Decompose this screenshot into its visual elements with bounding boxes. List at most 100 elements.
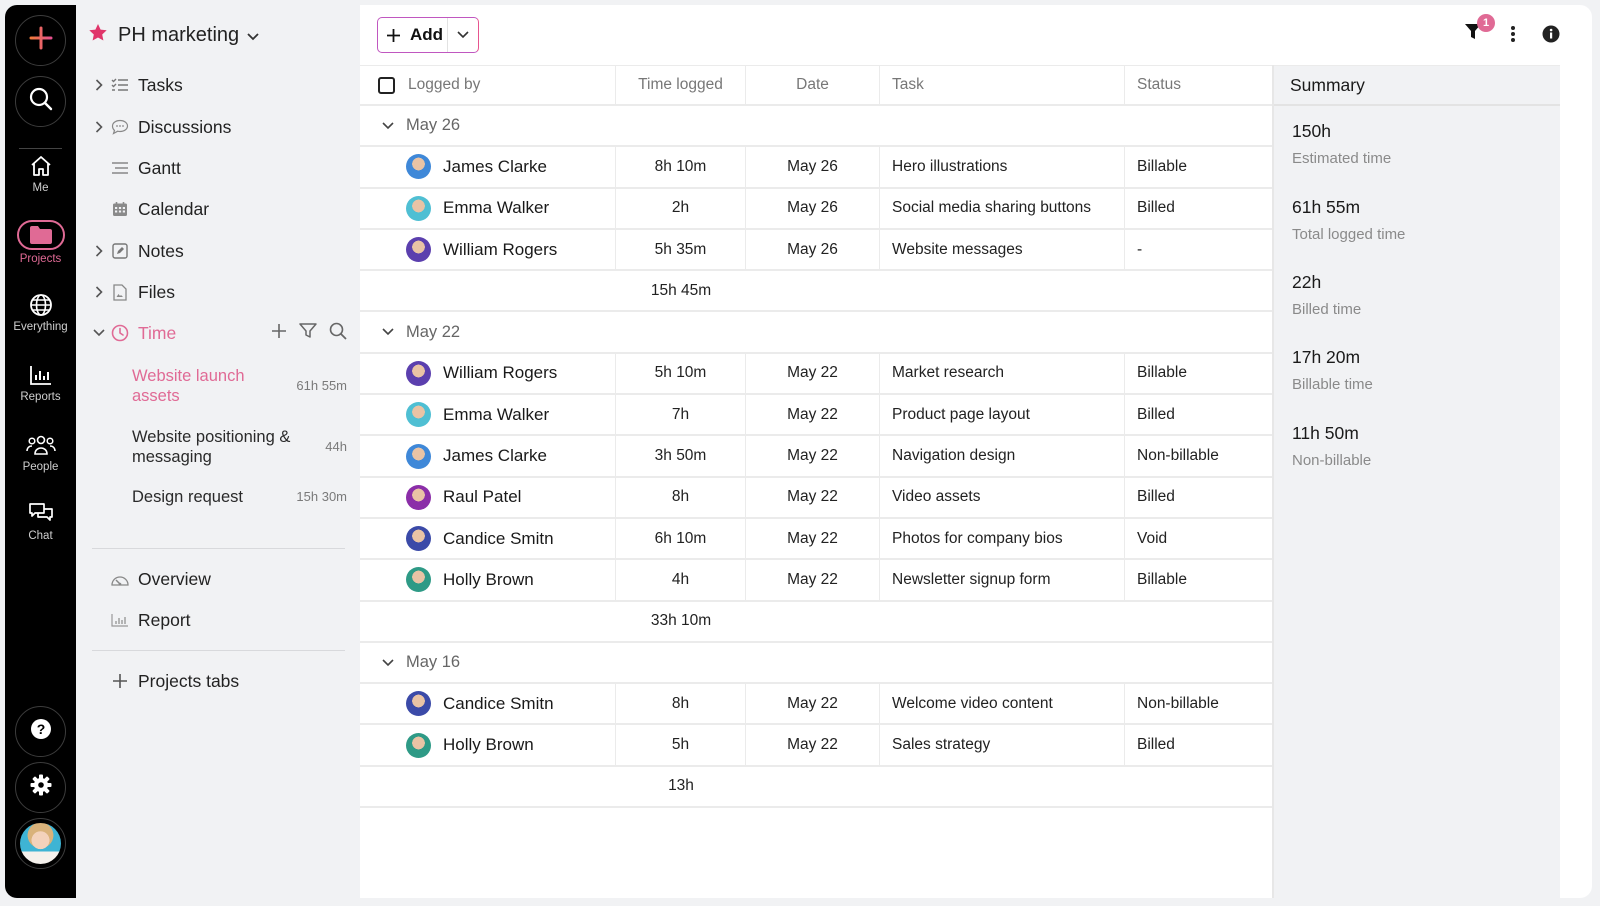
- chevron-down-icon: [457, 26, 469, 44]
- logged-by-name: Candice Smitn: [443, 528, 554, 548]
- project-switcher[interactable]: PH marketing: [88, 23, 259, 48]
- help-button[interactable]: ?: [15, 706, 66, 757]
- select-all-checkbox[interactable]: [378, 76, 395, 94]
- timesheet-item[interactable]: Website launch assets 61h 55m: [132, 366, 347, 406]
- status-value[interactable]: Billed: [1137, 199, 1175, 217]
- status-value[interactable]: -: [1137, 241, 1142, 259]
- table-row[interactable]: Holly Brown 4h May 22 Newsletter signup for…: [360, 560, 1272, 602]
- file-icon: [110, 283, 130, 301]
- timesheet-total: 61h 55m: [296, 378, 347, 393]
- add-button[interactable]: Add: [378, 18, 448, 52]
- status-value[interactable]: Non-billable: [1137, 695, 1219, 713]
- nav-label: Time: [138, 322, 177, 343]
- nav-item-overview[interactable]: Overview: [76, 563, 359, 595]
- project-sidebar: PH marketing Tasks Discussions Gantt Cal…: [76, 5, 359, 898]
- chevron-right-icon[interactable]: [92, 121, 106, 133]
- task-name[interactable]: Navigation design: [892, 447, 1015, 465]
- status-value[interactable]: Billed: [1137, 736, 1175, 754]
- column-header-status[interactable]: Status: [1137, 76, 1181, 94]
- table-row[interactable]: William Rogers 5h 35m May 26 Website messag…: [360, 229, 1272, 272]
- status-value[interactable]: Void: [1137, 530, 1167, 548]
- task-name[interactable]: Welcome video content: [892, 695, 1053, 713]
- table-row[interactable]: William Rogers 5h 10m May 22 Market researc…: [360, 353, 1272, 396]
- task-name[interactable]: Sales strategy: [892, 736, 990, 754]
- chevron-right-icon[interactable]: [92, 245, 106, 257]
- projects-tabs-button[interactable]: Projects tabs: [76, 665, 359, 697]
- status-value[interactable]: Billable: [1137, 158, 1187, 176]
- group-date-label: May 26: [406, 116, 461, 135]
- info-icon[interactable]: [1542, 25, 1560, 43]
- logged-by-name: William Rogers: [443, 239, 558, 259]
- logged-by-name: William Rogers: [443, 363, 558, 383]
- chevron-down-icon: [382, 122, 394, 130]
- table-row[interactable]: Candice Smitn 8h May 22 Welcome video conte…: [360, 684, 1272, 726]
- task-name[interactable]: Website messages: [892, 241, 1023, 259]
- table-row[interactable]: Holly Brown 5h May 22 Sales strategy Billed: [360, 725, 1272, 767]
- filter-button[interactable]: 1: [1462, 14, 1495, 45]
- status-value[interactable]: Non-billable: [1137, 447, 1219, 465]
- avatar: [406, 154, 431, 180]
- user-avatar-button[interactable]: [15, 818, 66, 869]
- timesheet-label: Website positioning & messaging: [132, 428, 291, 466]
- task-name[interactable]: Market research: [892, 364, 1004, 382]
- group-date-label: May 22: [406, 322, 461, 341]
- settings-button[interactable]: [15, 762, 66, 813]
- add-timesheet-icon[interactable]: [271, 323, 287, 344]
- nav-item-tasks[interactable]: Tasks: [76, 69, 359, 101]
- chevron-right-icon[interactable]: [92, 286, 106, 298]
- table-row[interactable]: Emma Walker 2h May 26 Social media sharing …: [360, 188, 1272, 230]
- table-row[interactable]: Emma Walker 7h May 22 Product page layout Bi…: [360, 395, 1272, 437]
- rail-item-reports[interactable]: Reports: [5, 362, 76, 403]
- chevron-right-icon[interactable]: [92, 79, 106, 91]
- rail-item-projects[interactable]: Projects: [5, 220, 76, 265]
- nav-item-report[interactable]: Report: [76, 604, 359, 636]
- summary-item: 17h 20m Billable time: [1292, 347, 1373, 393]
- time-logged-value: 8h: [671, 694, 690, 712]
- task-name[interactable]: Product page layout: [892, 406, 1030, 424]
- status-value[interactable]: Billable: [1137, 571, 1187, 589]
- task-name[interactable]: Newsletter signup form: [892, 571, 1051, 589]
- task-name[interactable]: Social media sharing buttons: [892, 199, 1091, 217]
- task-name[interactable]: Video assets: [892, 488, 980, 506]
- more-options-icon[interactable]: [1510, 25, 1516, 43]
- task-name[interactable]: Hero illustrations: [892, 158, 1007, 176]
- search-icon[interactable]: [329, 322, 347, 345]
- timesheet-item[interactable]: Design request 15h 30m: [132, 487, 347, 507]
- nav-label: Notes: [138, 240, 184, 261]
- logged-by-name: Emma Walker: [443, 404, 550, 424]
- rail-item-me[interactable]: Me: [5, 153, 76, 194]
- chevron-down-icon[interactable]: [92, 329, 106, 337]
- column-header-time-logged[interactable]: Time logged: [638, 76, 723, 94]
- nav-item-files[interactable]: Files: [76, 276, 359, 308]
- status-value[interactable]: Billable: [1137, 364, 1187, 382]
- table-row[interactable]: Raul Patel 8h May 22 Video assets Billed: [360, 477, 1272, 519]
- table-row[interactable]: Candice Smitn 6h 10m May 22 Photos for comp…: [360, 518, 1272, 561]
- nav-item-time[interactable]: Time: [76, 317, 359, 349]
- rail-item-people[interactable]: People: [5, 432, 76, 473]
- summary-value: 61h 55m: [1292, 197, 1361, 217]
- table-row[interactable]: James Clarke 8h 10m May 26 Hero illustratio…: [360, 147, 1272, 189]
- quick-add-button[interactable]: [15, 15, 66, 66]
- column-header-logged-by[interactable]: Logged by: [408, 76, 480, 94]
- table-row[interactable]: James Clarke 3h 50m May 22 Navigation desig…: [360, 436, 1272, 478]
- add-dropdown-button[interactable]: [448, 18, 478, 52]
- status-value[interactable]: Billed: [1137, 488, 1175, 506]
- rail-item-chat[interactable]: Chat: [5, 501, 76, 542]
- rail-item-everything[interactable]: Everything: [5, 292, 76, 333]
- date-group-header[interactable]: May 26: [360, 106, 1272, 148]
- nav-item-notes[interactable]: Notes: [76, 235, 359, 267]
- nav-item-gantt[interactable]: Gantt: [76, 152, 359, 184]
- filter-icon[interactable]: [299, 322, 317, 344]
- task-name[interactable]: Photos for company bios: [892, 530, 1063, 548]
- time-entries-table: Logged by Time logged Date Task Status M…: [360, 65, 1272, 809]
- nav-item-discussions[interactable]: Discussions: [76, 111, 359, 143]
- nav-item-calendar[interactable]: Calendar: [76, 193, 359, 225]
- search-button[interactable]: [15, 76, 66, 127]
- status-value[interactable]: Billed: [1137, 406, 1175, 424]
- avatar: [406, 443, 431, 469]
- date-group-header[interactable]: May 22: [360, 312, 1272, 354]
- timesheet-item[interactable]: Website positioning & messaging 44h: [132, 427, 347, 467]
- column-header-date[interactable]: Date: [796, 76, 829, 94]
- date-group-header[interactable]: May 16: [360, 643, 1272, 685]
- column-header-task[interactable]: Task: [892, 76, 924, 94]
